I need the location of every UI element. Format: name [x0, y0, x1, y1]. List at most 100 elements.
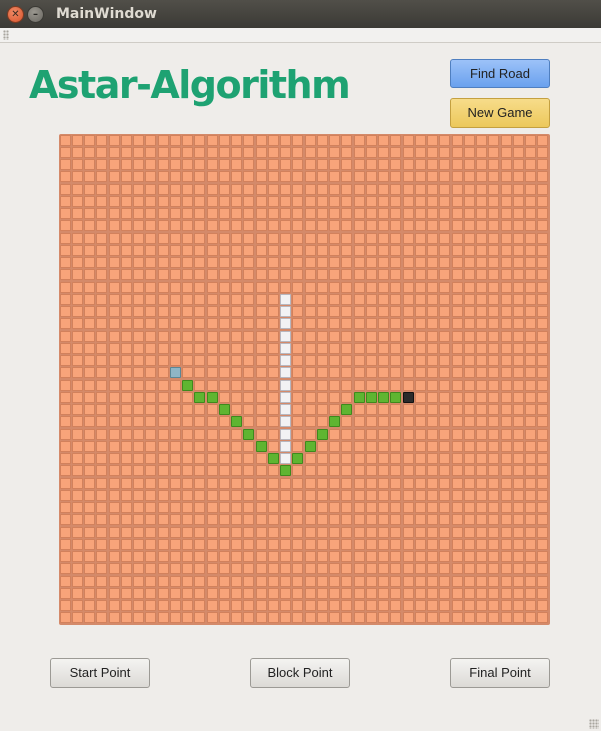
- grid-cell[interactable]: [353, 183, 365, 195]
- grid-cell[interactable]: [292, 379, 304, 391]
- grid-cell[interactable]: [194, 342, 206, 354]
- grid-cell[interactable]: [71, 306, 83, 318]
- block-cell[interactable]: [280, 404, 292, 416]
- grid-cell[interactable]: [329, 489, 341, 501]
- grid-cell[interactable]: [525, 269, 537, 281]
- grid-cell[interactable]: [500, 502, 512, 514]
- grid-cell[interactable]: [365, 195, 377, 207]
- grid-cell[interactable]: [96, 330, 108, 342]
- grid-cell[interactable]: [120, 538, 132, 550]
- grid-cell[interactable]: [463, 489, 475, 501]
- grid-cell[interactable]: [169, 208, 181, 220]
- grid-cell[interactable]: [231, 526, 243, 538]
- grid-cell[interactable]: [365, 551, 377, 563]
- grid-cell[interactable]: [280, 183, 292, 195]
- grid-cell[interactable]: [378, 146, 390, 158]
- grid-cell[interactable]: [390, 159, 402, 171]
- grid-cell[interactable]: [525, 355, 537, 367]
- grid-cell[interactable]: [378, 428, 390, 440]
- grid-cell[interactable]: [120, 612, 132, 624]
- grid-cell[interactable]: [427, 281, 439, 293]
- grid-cell[interactable]: [378, 502, 390, 514]
- grid-cell[interactable]: [96, 465, 108, 477]
- grid-cell[interactable]: [194, 563, 206, 575]
- block-cell[interactable]: [280, 306, 292, 318]
- grid-cell[interactable]: [59, 587, 71, 599]
- grid-cell[interactable]: [353, 281, 365, 293]
- grid-cell[interactable]: [537, 269, 549, 281]
- grid-cell[interactable]: [500, 171, 512, 183]
- grid-cell[interactable]: [84, 281, 96, 293]
- grid-cell[interactable]: [488, 575, 500, 587]
- grid-cell[interactable]: [133, 183, 145, 195]
- grid-cell[interactable]: [120, 318, 132, 330]
- grid-cell[interactable]: [304, 171, 316, 183]
- grid-cell[interactable]: [353, 563, 365, 575]
- grid-cell[interactable]: [206, 355, 218, 367]
- grid-cell[interactable]: [402, 612, 414, 624]
- grid-cell[interactable]: [231, 600, 243, 612]
- grid-cell[interactable]: [353, 465, 365, 477]
- grid-cell[interactable]: [463, 465, 475, 477]
- grid-cell[interactable]: [525, 330, 537, 342]
- block-cell[interactable]: [280, 342, 292, 354]
- grid-cell[interactable]: [390, 587, 402, 599]
- grid-cell[interactable]: [537, 575, 549, 587]
- grid-cell[interactable]: [96, 281, 108, 293]
- grid-cell[interactable]: [133, 355, 145, 367]
- grid-cell[interactable]: [157, 293, 169, 305]
- grid-cell[interactable]: [353, 477, 365, 489]
- grid-cell[interactable]: [133, 244, 145, 256]
- grid-cell[interactable]: [145, 538, 157, 550]
- grid-cell[interactable]: [365, 379, 377, 391]
- grid-cell[interactable]: [427, 330, 439, 342]
- grid-cell[interactable]: [439, 600, 451, 612]
- grid-cell[interactable]: [329, 502, 341, 514]
- grid-cell[interactable]: [476, 281, 488, 293]
- grid-cell[interactable]: [243, 159, 255, 171]
- grid-cell[interactable]: [525, 318, 537, 330]
- grid-cell[interactable]: [341, 440, 353, 452]
- grid-cell[interactable]: [304, 342, 316, 354]
- grid-cell[interactable]: [365, 146, 377, 158]
- grid-cell[interactable]: [292, 183, 304, 195]
- grid-cell[interactable]: [96, 538, 108, 550]
- grid-cell[interactable]: [341, 257, 353, 269]
- grid-cell[interactable]: [255, 502, 267, 514]
- grid-cell[interactable]: [500, 391, 512, 403]
- grid-cell[interactable]: [120, 183, 132, 195]
- grid-cell[interactable]: [427, 477, 439, 489]
- grid-cell[interactable]: [512, 391, 524, 403]
- grid-cell[interactable]: [316, 379, 328, 391]
- grid-cell[interactable]: [243, 551, 255, 563]
- grid-cell[interactable]: [402, 428, 414, 440]
- grid-cell[interactable]: [316, 355, 328, 367]
- grid-cell[interactable]: [512, 146, 524, 158]
- block-cell[interactable]: [280, 330, 292, 342]
- grid-cell[interactable]: [267, 171, 279, 183]
- grid-cell[interactable]: [525, 428, 537, 440]
- grid-cell[interactable]: [133, 146, 145, 158]
- grid-cell[interactable]: [537, 183, 549, 195]
- grid-cell[interactable]: [182, 477, 194, 489]
- grid-cell[interactable]: [304, 269, 316, 281]
- grid-cell[interactable]: [71, 538, 83, 550]
- grid-cell[interactable]: [512, 563, 524, 575]
- grid-cell[interactable]: [133, 220, 145, 232]
- grid-cell[interactable]: [463, 281, 475, 293]
- grid-cell[interactable]: [427, 195, 439, 207]
- grid-cell[interactable]: [84, 355, 96, 367]
- grid-cell[interactable]: [329, 220, 341, 232]
- grid-cell[interactable]: [390, 551, 402, 563]
- grid-cell[interactable]: [500, 587, 512, 599]
- grid-cell[interactable]: [463, 563, 475, 575]
- grid-cell[interactable]: [157, 183, 169, 195]
- grid-cell[interactable]: [500, 514, 512, 526]
- grid-cell[interactable]: [182, 502, 194, 514]
- grid-cell[interactable]: [133, 171, 145, 183]
- grid-cell[interactable]: [206, 367, 218, 379]
- find-road-button[interactable]: Find Road: [450, 59, 550, 88]
- grid-cell[interactable]: [145, 465, 157, 477]
- grid-cell[interactable]: [255, 587, 267, 599]
- grid-cell[interactable]: [525, 306, 537, 318]
